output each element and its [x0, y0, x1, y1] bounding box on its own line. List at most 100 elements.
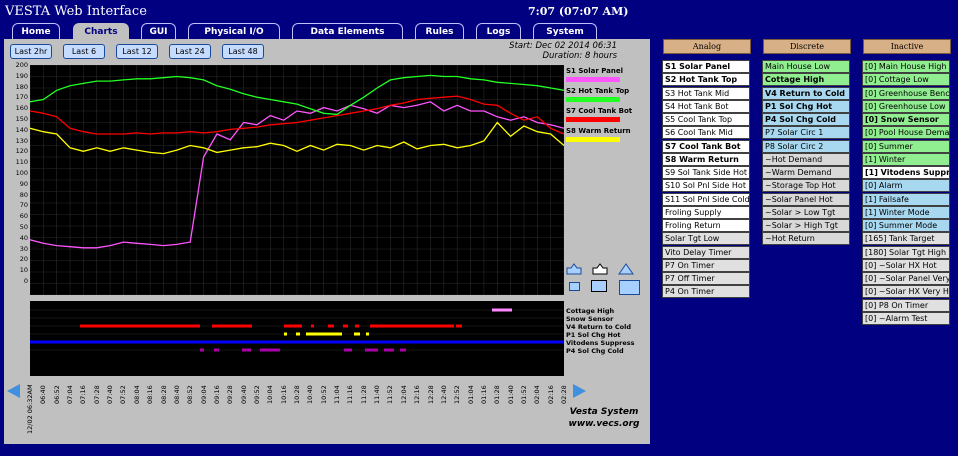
x-tick: 12/02 06:32AM [26, 384, 34, 434]
x-tick: 02:28 [560, 385, 568, 404]
expand-up-icon[interactable] [618, 262, 634, 275]
discrete-item[interactable]: P8 Solar Circ 2 [762, 139, 850, 153]
analog-item[interactable]: S2 Hot Tank Top [662, 73, 750, 87]
grow-height-icon[interactable] [592, 263, 608, 275]
y-tick: 0 [23, 277, 28, 285]
scroll-right-arrow[interactable] [573, 384, 586, 398]
legend-s2-swatch [566, 97, 620, 102]
discrete-item[interactable]: ~Hot Demand [762, 152, 850, 166]
analog-item[interactable]: S6 Cool Tank Mid [662, 126, 750, 140]
y-tick: 100 [15, 169, 28, 177]
discrete-item[interactable]: P1 Sol Chg Hot [762, 99, 850, 113]
inactive-item[interactable]: [0] Pool House Demand [862, 126, 950, 140]
tab-data-elements[interactable]: Data Elements [292, 23, 403, 40]
discrete-item[interactable]: Main House Low [762, 60, 850, 73]
tab-system[interactable]: System [533, 23, 597, 40]
x-tick: 07:04 [66, 385, 75, 404]
last-2hr-button[interactable]: Last 2hr [10, 44, 52, 59]
inactive-item[interactable]: [1] Winter [862, 152, 950, 166]
analog-item[interactable]: Froling Supply [662, 205, 750, 219]
analog-item[interactable]: Solar Tgt Low [662, 232, 750, 246]
legend-s7-label: S7 Cool Tank Bot [566, 107, 633, 115]
chart-start: Start: Dec 02 2014 06:31 [509, 41, 617, 51]
inactive-item[interactable]: [165] Tank Target [862, 232, 950, 246]
scroll-left-arrow[interactable] [7, 384, 20, 398]
discrete-item[interactable]: ~Solar > High Tgt [762, 219, 850, 232]
x-tick: 02:04 [533, 385, 542, 404]
brand: Vesta System www.vecs.org [564, 406, 644, 430]
discrete-item[interactable]: V4 Return to Cold [762, 86, 850, 100]
inactive-item[interactable]: [0] ~Solar Panel Very Hot [862, 272, 950, 285]
x-tick: 12:40 [439, 385, 448, 404]
analog-item[interactable]: S5 Cool Tank Top [662, 113, 750, 126]
discrete-item[interactable]: Cottage High [762, 73, 850, 87]
inactive-item[interactable]: [0] ~Solar HX Hot [862, 258, 950, 272]
y-tick: 200 [15, 61, 28, 69]
inactive-item[interactable]: [0] Main House High [862, 60, 950, 73]
analog-item[interactable]: P4 On Timer [662, 285, 750, 299]
shrink-height-icon[interactable] [566, 263, 582, 275]
inactive-item[interactable]: [0] Summer [862, 139, 950, 153]
discrete-item[interactable]: ~Hot Return [762, 232, 850, 246]
analog-item[interactable]: S7 Cool Tank Bot [662, 139, 750, 153]
inactive-item[interactable]: [0] Alarm [862, 179, 950, 193]
tab-physical-io[interactable]: Physical I/O [188, 23, 280, 40]
inactive-item[interactable]: [0] ~Solar HX Very Hot [862, 285, 950, 299]
analog-item[interactable]: P7 Off Timer [662, 272, 750, 285]
discrete-column-header: Discrete [763, 39, 851, 54]
large-size-button[interactable] [619, 280, 640, 295]
discrete-item[interactable]: P4 Sol Chg Cold [762, 113, 850, 126]
dlegend-p4-sol-chg-cold: P4 Sol Chg Cold [566, 347, 624, 355]
inactive-item[interactable]: [180] Solar Tgt High [862, 245, 950, 259]
x-tick: 08:40 [172, 385, 181, 404]
last-6-button[interactable]: Last 6 [63, 44, 105, 59]
small-size-button[interactable] [569, 282, 580, 291]
discrete-item[interactable]: ~Storage Top Hot [762, 179, 850, 193]
analog-item[interactable]: Vito Delay Timer [662, 245, 750, 259]
brand-url[interactable]: www.vecs.org [564, 418, 644, 430]
analog-item[interactable]: Froling Return [662, 219, 750, 232]
inactive-item[interactable]: [1] Failsafe [862, 192, 950, 206]
inactive-item[interactable]: [0] ~Alarm Test [862, 311, 950, 325]
inactive-item[interactable]: [0] P8 On Timer [862, 298, 950, 312]
tab-home[interactable]: Home [12, 23, 60, 40]
last-24-button[interactable]: Last 24 [169, 44, 211, 59]
y-tick: 20 [19, 255, 28, 264]
inactive-item[interactable]: [0] Snow Sensor [862, 113, 950, 126]
analog-item[interactable]: S9 Sol Tank Side Hot [662, 166, 750, 179]
chart-panel: Last 2hr Last 6 Last 12 Last 24 Last 48 … [4, 39, 650, 444]
x-tick: 07:40 [106, 385, 115, 404]
x-tick: 11:40 [373, 385, 382, 404]
analog-item[interactable]: P7 On Timer [662, 258, 750, 272]
last-48-button[interactable]: Last 48 [222, 44, 264, 59]
discrete-chart [30, 301, 564, 376]
discrete-item[interactable]: ~Solar Panel Hot [762, 192, 850, 206]
y-tick: 170 [15, 93, 28, 102]
tab-logs[interactable]: Logs [476, 23, 521, 40]
inactive-item[interactable]: [0] Greenhouse Low [862, 99, 950, 113]
discrete-item[interactable]: ~Warm Demand [762, 166, 850, 179]
legend-s8-label: S8 Warm Return [566, 127, 631, 135]
analog-item[interactable]: S11 Sol Pnl Side Cold [662, 192, 750, 206]
x-tick: 11:04 [333, 385, 342, 404]
analog-item[interactable]: S4 Hot Tank Bot [662, 99, 750, 113]
y-tick: 80 [19, 190, 28, 199]
tab-gui[interactable]: GUI [141, 23, 176, 40]
discrete-item[interactable]: ~Solar > Low Tgt [762, 205, 850, 219]
analog-item[interactable]: S1 Solar Panel [662, 60, 750, 73]
x-tick: 11:16 [346, 385, 355, 404]
inactive-column-header: Inactive [863, 39, 951, 54]
discrete-item[interactable]: P7 Solar Circ 1 [762, 126, 850, 140]
analog-item[interactable]: S10 Sol Pnl Side Hot [662, 179, 750, 193]
analog-item[interactable]: S3 Hot Tank Mid [662, 86, 750, 100]
medium-size-button[interactable] [591, 280, 607, 292]
inactive-item[interactable]: [0] Summer Mode [862, 219, 950, 232]
tab-rules[interactable]: Rules [415, 23, 464, 40]
inactive-item[interactable]: [0] Cottage Low [862, 73, 950, 87]
x-tick: 11:28 [359, 385, 368, 404]
inactive-item[interactable]: [1] Winter Mode [862, 205, 950, 219]
analog-item[interactable]: S8 Warm Return [662, 152, 750, 166]
inactive-item[interactable]: [0] Greenhouse Bench [862, 86, 950, 100]
inactive-item[interactable]: [1] Vitodens Suppress [862, 166, 950, 179]
last-12-button[interactable]: Last 12 [116, 44, 158, 59]
